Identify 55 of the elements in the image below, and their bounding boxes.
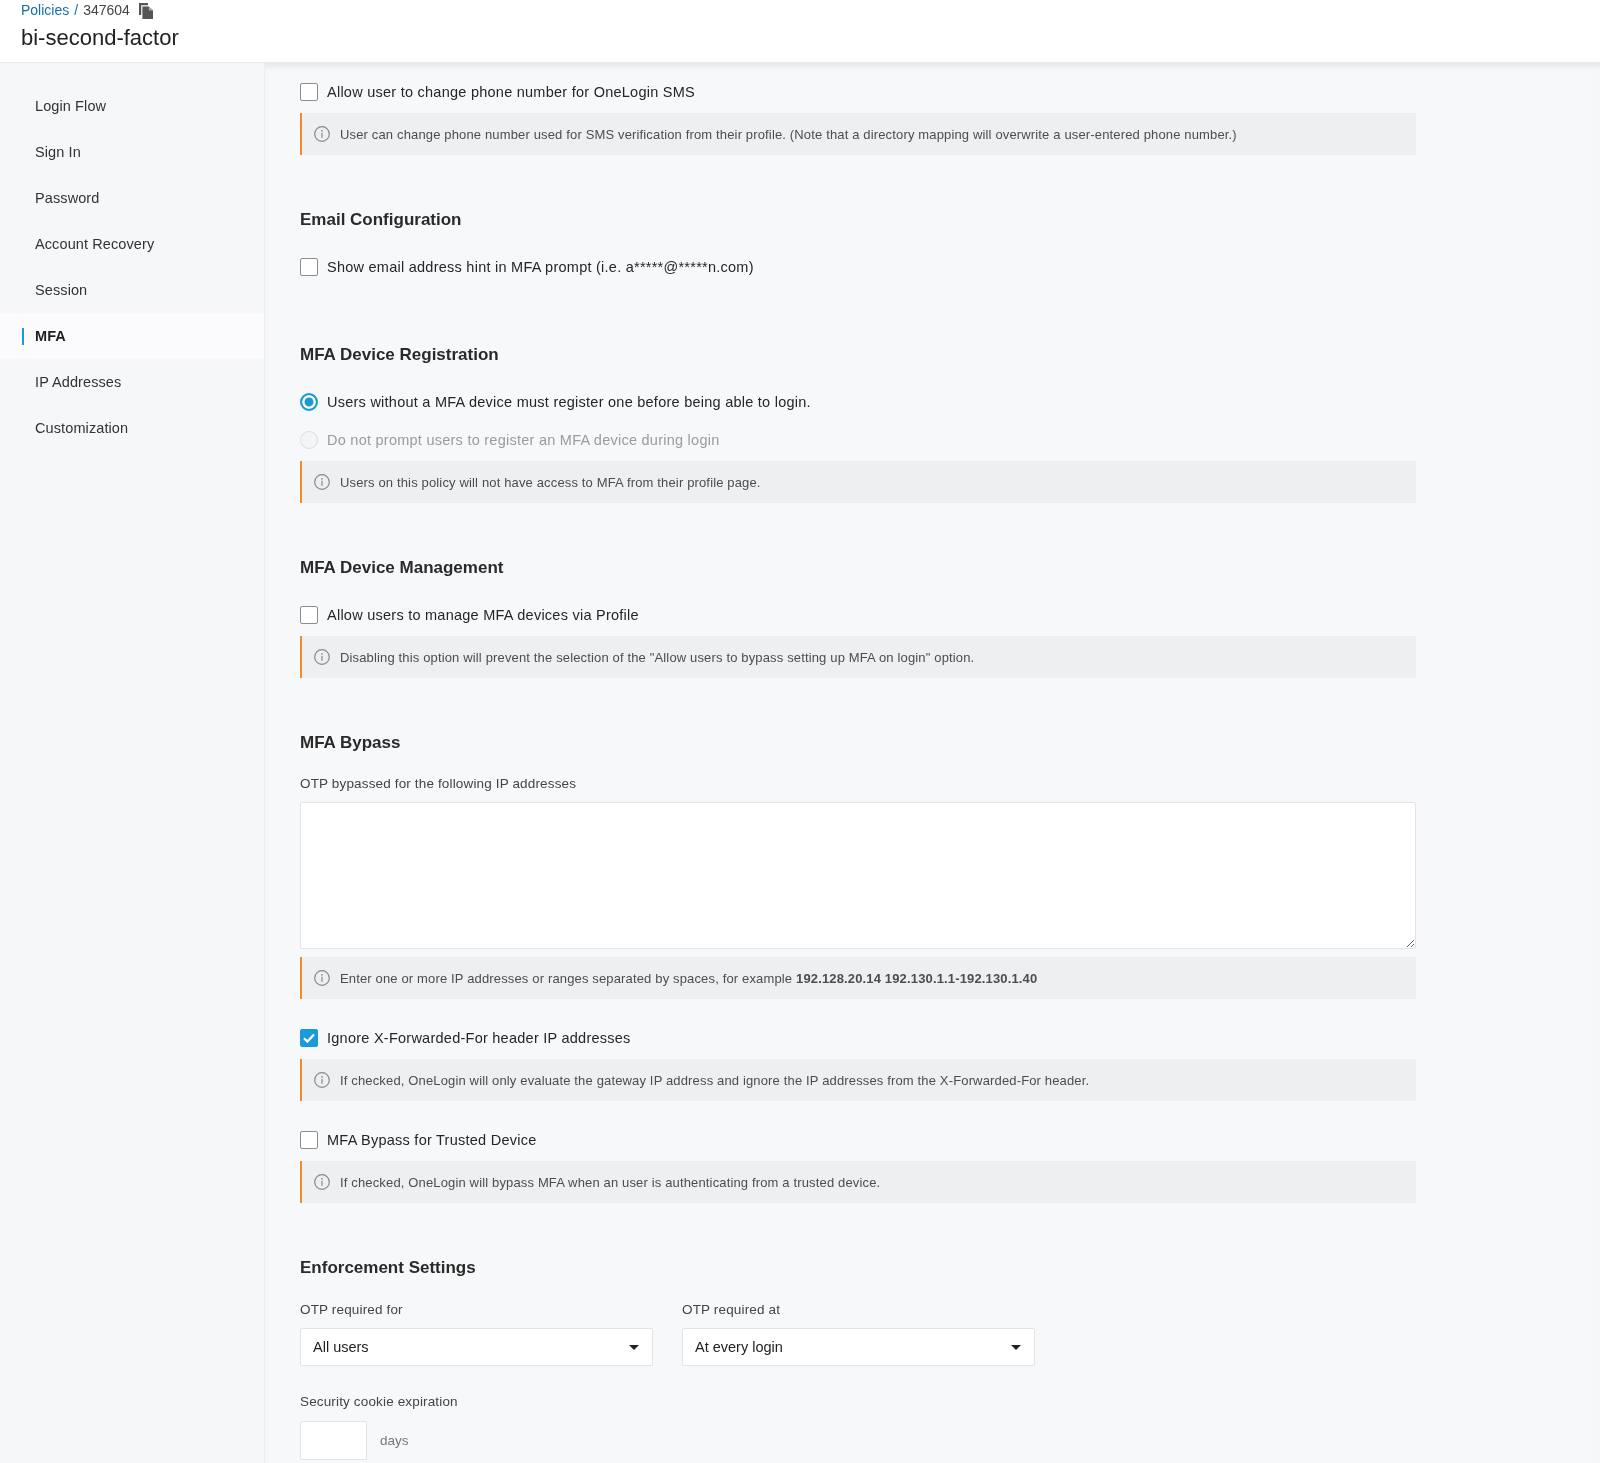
checkbox-label: Allow user to change phone number for OneLogin SMS bbox=[327, 84, 695, 100]
info-text: Users on this policy will not have access to MFA from their profile page. bbox=[340, 474, 761, 490]
sidebar-item[interactable]: MFA bbox=[0, 313, 264, 359]
ip-address-field[interactable] bbox=[300, 802, 1416, 949]
sidebar-item[interactable]: IP Addresses bbox=[0, 359, 264, 405]
checkbox-label: Show email address hint in MFA prompt (i.e. a*****@*****n.com) bbox=[327, 259, 754, 275]
unit-label: days bbox=[380, 1433, 409, 1448]
caret-icon bbox=[629, 1344, 639, 1350]
sidebar-item[interactable]: Session bbox=[0, 267, 264, 313]
breadcrumb-link[interactable]: Policies bbox=[21, 2, 70, 19]
info-icon bbox=[314, 126, 330, 142]
dropdown[interactable]: At every login bbox=[682, 1328, 1035, 1366]
sidebar-item[interactable]: Login Flow bbox=[0, 83, 264, 129]
section-heading: MFA Device Registration bbox=[300, 344, 500, 366]
dropdown[interactable]: All users bbox=[300, 1328, 653, 1366]
field-label: OTP bypassed for the following IP addresses bbox=[300, 775, 578, 793]
field-label: OTP required for bbox=[300, 1301, 404, 1319]
section-heading: MFA Bypass bbox=[300, 732, 402, 754]
sidebar-item[interactable]: Sign In bbox=[0, 129, 264, 175]
info-text: Disabling this option will prevent the selection of the "Allow users to bypass setting up MFA on login" option. bbox=[340, 649, 975, 665]
info-icon bbox=[314, 1174, 330, 1190]
sidebar-item[interactable]: Customization bbox=[0, 405, 264, 451]
policy-id: 347604 bbox=[83, 2, 130, 19]
checkbox[interactable] bbox=[300, 83, 318, 101]
checkbox[interactable] bbox=[300, 1131, 318, 1149]
checkbox-label: MFA Bypass for Trusted Device bbox=[327, 1132, 537, 1148]
radio-label: Users without a MFA device must register one before being able to login. bbox=[327, 394, 811, 410]
field-label: Security cookie expiration bbox=[300, 1393, 459, 1411]
checkbox-label: Ignore X-Forwarded-For header IP addresses bbox=[327, 1030, 631, 1046]
info-icon bbox=[314, 970, 330, 986]
sidebar-item[interactable]: Account Recovery bbox=[0, 221, 264, 267]
caret-icon bbox=[1011, 1344, 1021, 1350]
radio-label: Do not prompt users to register an MFA device during login bbox=[327, 432, 720, 448]
section-heading: Email Configuration bbox=[300, 209, 463, 231]
sidebar-item[interactable]: Password bbox=[0, 175, 264, 221]
info-text: Enter one or more IP addresses or ranges separated by spaces, for example 192.128.20.14 192.130.1.1-192.130.1.40 bbox=[340, 970, 1038, 986]
section-heading: MFA Device Management bbox=[300, 557, 505, 579]
section-heading: Enforcement Settings bbox=[300, 1257, 477, 1279]
info-text: If checked, OneLogin will only evaluate the gateway IP address and ignore the IP addresses from the X-Forwarded-For header. bbox=[340, 1072, 1090, 1088]
radio-button[interactable] bbox=[300, 393, 318, 411]
info-text: If checked, OneLogin will bypass MFA when an user is authenticating from a trusted device. bbox=[340, 1174, 881, 1190]
checkbox[interactable] bbox=[300, 258, 318, 276]
info-icon bbox=[314, 649, 330, 665]
checkbox-label: Allow users to manage MFA devices via Profile bbox=[327, 607, 639, 623]
info-text: User can change phone number used for SMS verification from their profile. (Note that a directory mapping will overwrite a user-entered phone number.) bbox=[340, 126, 1237, 142]
field-label: OTP required at bbox=[682, 1301, 782, 1319]
checkbox[interactable] bbox=[300, 606, 318, 624]
copy-icon[interactable] bbox=[138, 2, 153, 19]
checkbox[interactable] bbox=[300, 1029, 318, 1047]
page-title: bi-second-factor bbox=[21, 24, 180, 52]
breadcrumb-separator: / bbox=[74, 2, 79, 19]
number-field[interactable] bbox=[300, 1421, 367, 1460]
info-icon bbox=[314, 474, 330, 490]
check-icon bbox=[303, 1033, 315, 1043]
info-icon bbox=[314, 1072, 330, 1088]
